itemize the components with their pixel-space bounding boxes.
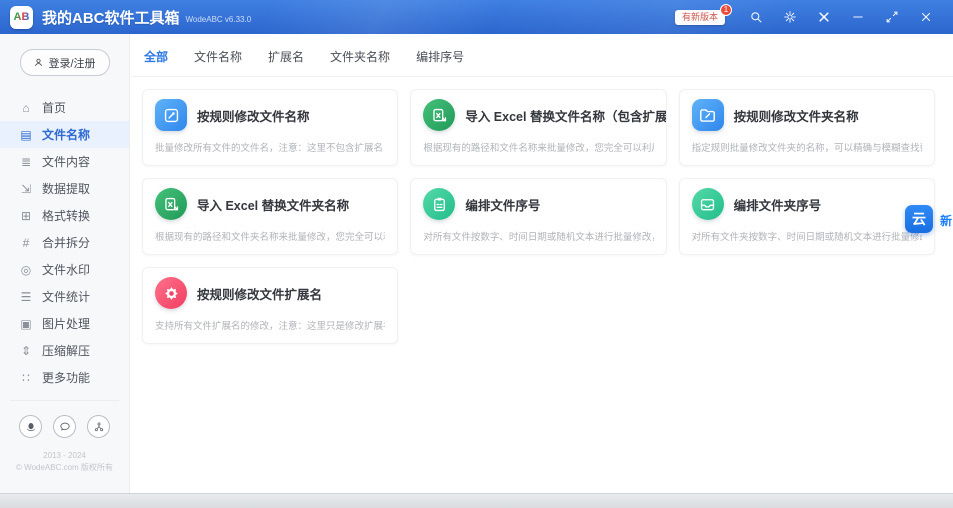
sidebar-item-label: 合并拆分	[42, 234, 90, 251]
edit-folder-icon	[692, 99, 724, 131]
excel-import-icon	[155, 188, 187, 220]
card-rename-folder[interactable]: 按规则修改文件夹名称 指定规则批量修改文件夹的名称，可以精确与模糊查找替换	[679, 89, 935, 166]
card-description: 指定规则批量修改文件夹的名称，可以精确与模糊查找替换	[692, 140, 922, 154]
sidebar-item-watermark[interactable]: ◎ 文件水印	[0, 256, 129, 283]
tab-all[interactable]: 全部	[144, 48, 168, 76]
sidebar-item-label: 文件统计	[42, 288, 90, 305]
card-excel-rename-folder[interactable]: 导入 Excel 替换文件夹名称 根据现有的路径和文件夹名称来批量修改，您完全可…	[142, 178, 398, 255]
copyright-owner: © WodeABC.com 版权所有	[10, 462, 119, 474]
tool-card-grid: 按规则修改文件名称 批量修改所有文件的文件名，注意：这里不包含扩展名 导入 Ex…	[131, 77, 953, 344]
tab-folder-name[interactable]: 文件夹名称	[330, 48, 390, 76]
card-title: 按规则修改文件名称	[197, 106, 310, 125]
sidebar-item-label: 文件名称	[42, 126, 90, 143]
card-rename-extension[interactable]: 按规则修改文件扩展名 支持所有文件扩展名的修改，注意：这里只是修改扩展名，【不能…	[142, 267, 398, 344]
card-rename-file[interactable]: 按规则修改文件名称 批量修改所有文件的文件名，注意：这里不包含扩展名	[142, 89, 398, 166]
sidebar-item-label: 图片处理	[42, 315, 90, 332]
sidebar-item-label: 文件内容	[42, 153, 90, 170]
card-number-file[interactable]: 编排文件序号 对所有文件按数字、时间日期或随机文本进行批量修改，如果您的规则不	[410, 178, 666, 255]
cloud-float-button[interactable]: 云	[905, 205, 933, 233]
sidebar: 登录/注册 ⌂ 首页 ▤ 文件名称 ≣ 文件内容 ⇲ 数据提取 ⊞ 格式转换 #…	[0, 34, 130, 493]
card-title: 按规则修改文件扩展名	[197, 284, 322, 303]
card-description: 对所有文件夹按数字、时间日期或随机文本进行批量修改，如果您的规则	[692, 229, 922, 243]
watermark-icon: ◎	[19, 263, 33, 277]
tab-file-name[interactable]: 文件名称	[194, 48, 242, 76]
update-badge-label: 有新版本	[682, 12, 718, 22]
maximize-button[interactable]	[875, 5, 909, 29]
sidebar-footer: 2013 - 2024 © WodeABC.com 版权所有	[10, 400, 119, 493]
app-logo: AB	[10, 6, 33, 29]
sidebar-item-label: 压缩解压	[42, 342, 90, 359]
card-excel-rename-file[interactable]: 导入 Excel 替换文件名称（包含扩展名） 根据现有的路径和文件名称来批量修改…	[410, 89, 666, 166]
sidebar-menu: ⌂ 首页 ▤ 文件名称 ≣ 文件内容 ⇲ 数据提取 ⊞ 格式转换 # 合并拆分 …	[0, 94, 129, 391]
card-description: 支持所有文件扩展名的修改，注意：这里只是修改扩展名，【不能】修	[155, 318, 385, 332]
sidebar-item-zip-unzip[interactable]: ⇕ 压缩解压	[0, 337, 129, 364]
card-title: 导入 Excel 替换文件名称（包含扩展名）	[465, 106, 666, 125]
sidebar-item-file-name[interactable]: ▤ 文件名称	[0, 121, 129, 148]
card-description: 根据现有的路径和文件夹名称来批量修改，您完全可以利用 Excel 强大的功能	[155, 229, 385, 243]
file-icon: ▤	[19, 128, 33, 142]
category-tabbar: 全部 文件名称 扩展名 文件夹名称 编排序号	[131, 34, 953, 77]
document-icon: ≣	[19, 155, 33, 169]
cloud-float-edge-text: 新	[940, 212, 952, 229]
sidebar-item-merge-split[interactable]: # 合并拆分	[0, 229, 129, 256]
login-register-button[interactable]: 登录/注册	[20, 49, 110, 76]
card-description: 对所有文件按数字、时间日期或随机文本进行批量修改，如果您的规则不	[423, 229, 653, 243]
sidebar-item-label: 更多功能	[42, 369, 90, 386]
sidebar-item-label: 数据提取	[42, 180, 90, 197]
gear-icon[interactable]	[773, 5, 807, 29]
person-icon	[33, 57, 44, 68]
stats-icon: ☰	[19, 290, 33, 304]
sidebar-item-label: 格式转换	[42, 207, 90, 224]
sidebar-item-data-extract[interactable]: ⇲ 数据提取	[0, 175, 129, 202]
qq-icon[interactable]	[19, 415, 42, 438]
more-icon: ∷	[19, 371, 33, 385]
numbering-tray-icon	[692, 188, 724, 220]
edit-file-icon	[155, 99, 187, 131]
sidebar-item-label: 文件水印	[42, 261, 90, 278]
login-register-label: 登录/注册	[48, 55, 95, 71]
card-description: 批量修改所有文件的文件名，注意：这里不包含扩展名	[155, 140, 385, 154]
copyright: 2013 - 2024 © WodeABC.com 版权所有	[10, 450, 119, 474]
close-button[interactable]	[909, 5, 943, 29]
extension-stamp-icon	[155, 277, 187, 309]
tab-numbering[interactable]: 编排序号	[416, 48, 464, 76]
sidebar-item-home[interactable]: ⌂ 首页	[0, 94, 129, 121]
update-count-badge: 1	[720, 4, 732, 16]
tab-extension[interactable]: 扩展名	[268, 48, 304, 76]
app-title: 我的ABC软件工具箱	[42, 7, 180, 28]
tools-icon[interactable]	[807, 5, 841, 29]
card-title: 导入 Excel 替换文件夹名称	[197, 195, 349, 214]
search-icon[interactable]	[739, 5, 773, 29]
sidebar-item-format-convert[interactable]: ⊞ 格式转换	[0, 202, 129, 229]
card-title: 按规则修改文件夹名称	[734, 106, 859, 125]
compress-icon: ⇕	[19, 344, 33, 358]
card-title: 编排文件夹序号	[734, 195, 822, 214]
main-content: 全部 文件名称 扩展名 文件夹名称 编排序号 按规则修改文件名称 批量修改所有文…	[131, 34, 953, 493]
app-logo-text: AB	[14, 11, 30, 23]
excel-import-icon	[423, 99, 455, 131]
image-icon: ▣	[19, 317, 33, 331]
titlebar: AB 我的ABC软件工具箱 WodeABC v6.33.0 有新版本 1	[0, 0, 953, 34]
app-version: WodeABC v6.33.0	[186, 15, 252, 24]
desktop-strip	[0, 493, 953, 508]
home-icon: ⌂	[19, 101, 33, 115]
sidebar-item-more[interactable]: ∷ 更多功能	[0, 364, 129, 391]
copyright-years: 2013 - 2024	[10, 450, 119, 462]
feedback-chat-icon[interactable]	[53, 415, 76, 438]
convert-icon: ⊞	[19, 209, 33, 223]
merge-split-icon: #	[19, 236, 33, 250]
card-description: 根据现有的路径和文件名称来批量修改，您完全可以利用 Excel 强大的功能	[423, 140, 653, 154]
card-title: 编排文件序号	[465, 195, 540, 214]
share-icon[interactable]	[87, 415, 110, 438]
sidebar-item-file-content[interactable]: ≣ 文件内容	[0, 148, 129, 175]
numbering-clipboard-icon	[423, 188, 455, 220]
minimize-button[interactable]	[841, 5, 875, 29]
update-badge[interactable]: 有新版本 1	[675, 10, 725, 25]
sidebar-item-label: 首页	[42, 99, 66, 116]
extract-icon: ⇲	[19, 182, 33, 196]
card-number-folder[interactable]: 编排文件夹序号 对所有文件夹按数字、时间日期或随机文本进行批量修改，如果您的规则	[679, 178, 935, 255]
sidebar-item-image-process[interactable]: ▣ 图片处理	[0, 310, 129, 337]
sidebar-item-file-stats[interactable]: ☰ 文件统计	[0, 283, 129, 310]
